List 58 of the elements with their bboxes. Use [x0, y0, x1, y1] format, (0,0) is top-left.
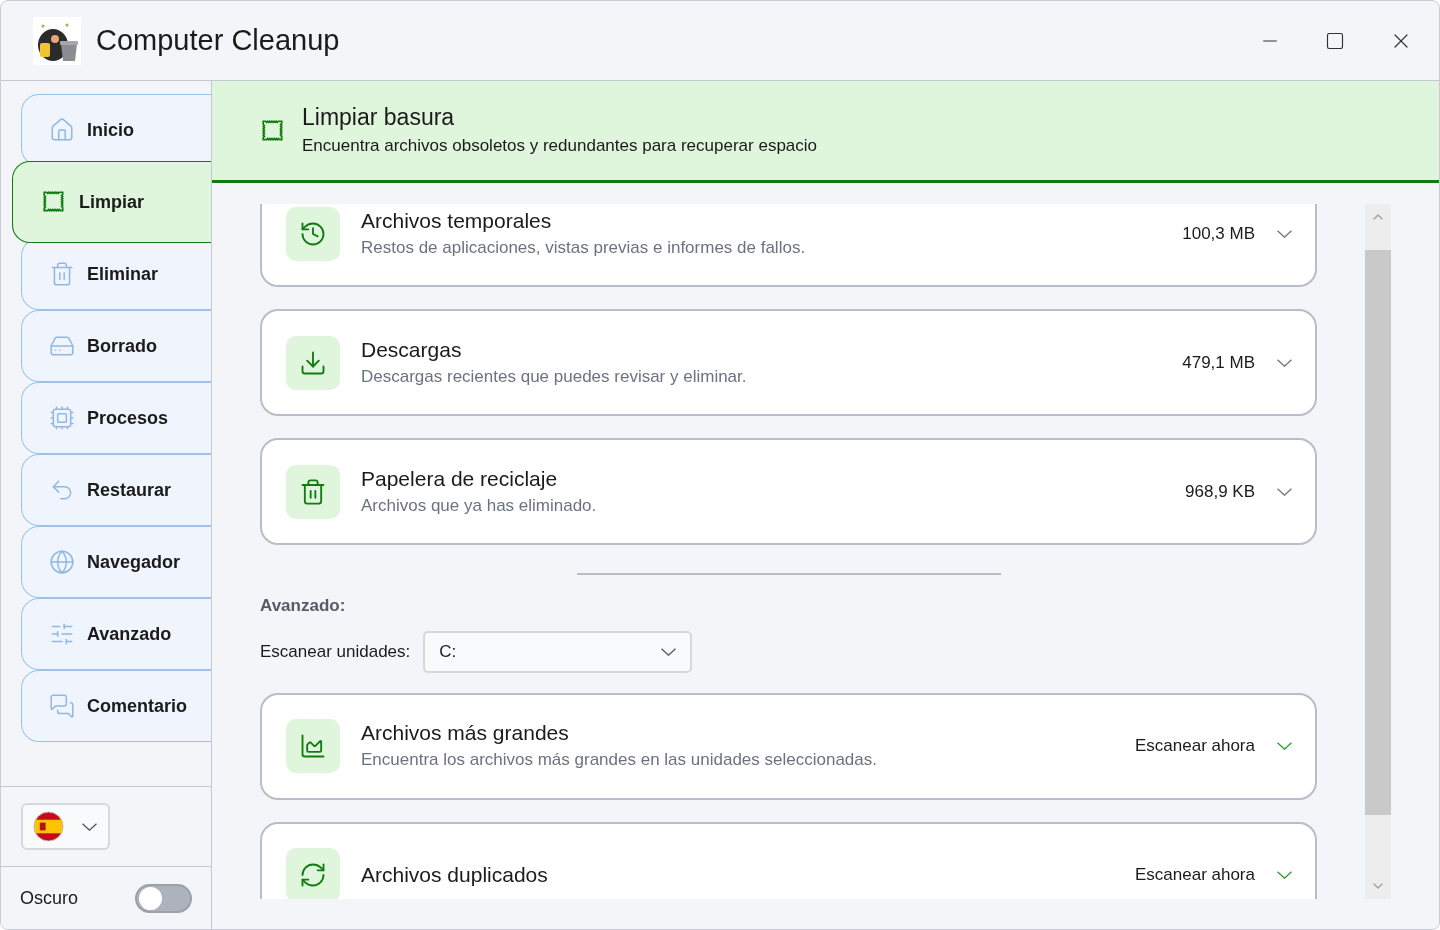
scrollbar[interactable] [1365, 204, 1391, 899]
sidebar-item[interactable]: Borrado [21, 310, 211, 382]
card-description: Encuentra los archivos más grandes en las unidades seleccionadas. [361, 749, 878, 771]
card-description: Archivos que ya has eliminado. [361, 494, 598, 517]
chip-icon [49, 405, 75, 431]
section-heading: Avanzado: [260, 595, 347, 617]
card-description: Restos de aplicaciones, vistas previas e informes de fallos. [361, 236, 807, 259]
window-title: Computer Cleanup [96, 22, 340, 58]
sidebar-item[interactable]: Limpiar [12, 161, 211, 243]
sidebar-item[interactable]: Restaurar [21, 454, 211, 526]
card-title: Archivos temporales [361, 207, 553, 234]
language-select[interactable] [21, 803, 110, 850]
category-card[interactable]: Descargas Descargas recientes que puedes revisar y eliminar. 479,1 MB [260, 309, 1317, 416]
card-title: Archivos más grandes [361, 720, 570, 746]
sidebar-item[interactable]: Procesos [21, 382, 211, 454]
dark-mode-toggle[interactable] [135, 883, 192, 913]
size-value: 968,9 KB [1185, 480, 1255, 503]
globe-icon [49, 549, 75, 575]
sliders-icon [49, 621, 75, 647]
scan-action[interactable]: Escanear ahora [1134, 733, 1255, 759]
scan-action[interactable]: Escanear ahora [1134, 862, 1255, 888]
cleanup-icon [260, 117, 286, 144]
page-title: Limpiar basura [302, 102, 456, 132]
card-description: Descargas recientes que puedes revisar y eliminar. [361, 365, 748, 388]
category-card[interactable]: Papelera de reciclaje Archivos que ya has eliminado. 968,9 KB [260, 438, 1317, 545]
app-logo [33, 16, 81, 65]
card-title: Descargas [361, 336, 463, 363]
size-value: 100,3 MB [1182, 222, 1255, 245]
toggle-label: Oscuro [20, 886, 79, 910]
chat-icon [49, 693, 75, 719]
card-title: Papelera de reciclaje [361, 465, 559, 492]
refresh-icon [299, 861, 327, 889]
sidebar-item[interactable]: Comentario [21, 670, 211, 742]
page-subtitle: Encuentra archivos obsoletos y redundantes para recuperar espacio [302, 134, 818, 157]
category-card[interactable]: Archivos más grandes Encuentra los archivos más grandes en las unidades seleccionadas. Escanear ahora [260, 692, 1317, 800]
maximize-icon[interactable] [1325, 30, 1345, 51]
chevron-down-icon[interactable] [1277, 358, 1292, 367]
chevron-down-icon[interactable] [1277, 742, 1292, 750]
category-card[interactable]: Archivos duplicados Escanear ahora [260, 821, 1317, 899]
flag-icon [33, 811, 64, 842]
chevron-down-icon [82, 822, 97, 831]
size-value: 479,1 MB [1182, 351, 1255, 374]
area-chart-icon [299, 732, 327, 760]
sidebar-item[interactable]: Avanzado [21, 598, 211, 670]
scrollbar-thumb[interactable] [1365, 250, 1391, 815]
drive-select[interactable]: C: [423, 630, 693, 673]
card-title: Archivos duplicados [361, 862, 549, 888]
chevron-down-icon[interactable] [1277, 487, 1292, 496]
chevron-down-icon [661, 647, 677, 656]
trash-icon [49, 261, 75, 287]
trash-icon [299, 477, 327, 506]
category-card[interactable]: Archivos temporales Restos de aplicaciones, vistas previas e informes de fallos. 100,3 MB [260, 204, 1317, 287]
sidebar-item[interactable]: Navegador [21, 526, 211, 598]
chevron-down-icon[interactable] [1277, 229, 1292, 238]
chevron-down-icon[interactable] [1277, 871, 1292, 879]
drive-label: Escanear unidades: [260, 640, 411, 663]
cleanup-icon [41, 189, 67, 215]
home-icon [49, 117, 75, 143]
